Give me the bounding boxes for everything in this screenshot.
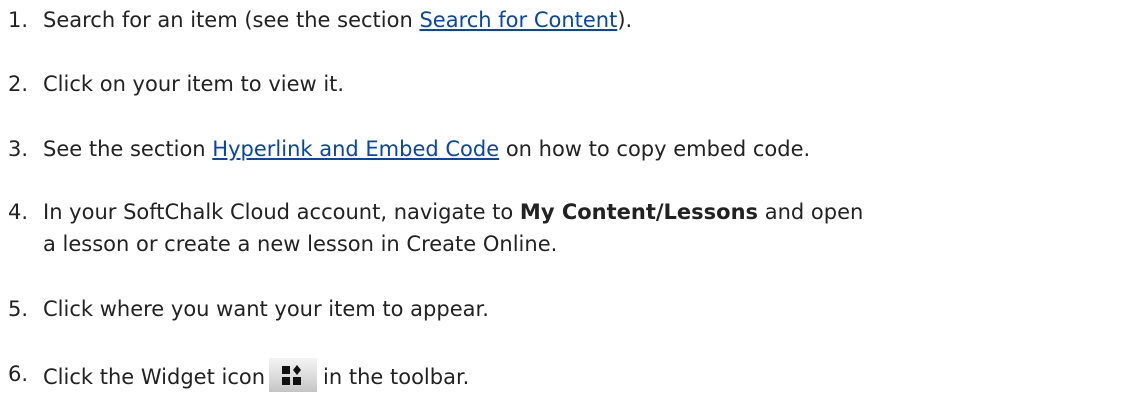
search-for-content-link[interactable]: Search for Content (419, 8, 617, 32)
step-text: In your SoftChalk Cloud account, navigat… (43, 196, 863, 260)
step-number: 3. (8, 137, 29, 161)
step-text-lead: Click the Widget icon (43, 365, 266, 389)
step-text: Click the Widget icon in the toolbar. (43, 358, 469, 393)
step-text-tail: on how to copy embed code. (499, 137, 811, 161)
step-text-lead: Search for an item (see the section (43, 8, 420, 32)
step-number: 6. (8, 362, 29, 386)
instruction-list: 1. Search for an item (see the section S… (0, 0, 1124, 415)
step-text-tail: and open (758, 200, 864, 224)
step-text-tail: in the toolbar. (323, 365, 470, 389)
step-text: Click on your item to view it. (43, 72, 345, 96)
widget-icon (269, 358, 318, 392)
step-number: 2. (8, 72, 29, 96)
step-text: See the section Hyperlink and Embed Code… (43, 133, 810, 165)
step-text-lead: See the section (43, 137, 213, 161)
hyperlink-and-embed-code-link[interactable]: Hyperlink and Embed Code (212, 137, 499, 161)
step-text-lead: In your SoftChalk Cloud account, navigat… (43, 200, 520, 224)
step-text: Search for an item (see the section Sear… (43, 4, 632, 36)
step-number: 1. (8, 8, 29, 32)
step-text: Click where you want your item to appear… (43, 297, 489, 321)
my-content-lessons-label: My Content/Lessons (519, 200, 759, 224)
step-text-continuation: a lesson or create a new lesson in Creat… (43, 232, 558, 256)
step-number: 4. (8, 200, 29, 224)
step-number: 5. (8, 297, 29, 321)
step-text-tail: ). (617, 8, 633, 32)
